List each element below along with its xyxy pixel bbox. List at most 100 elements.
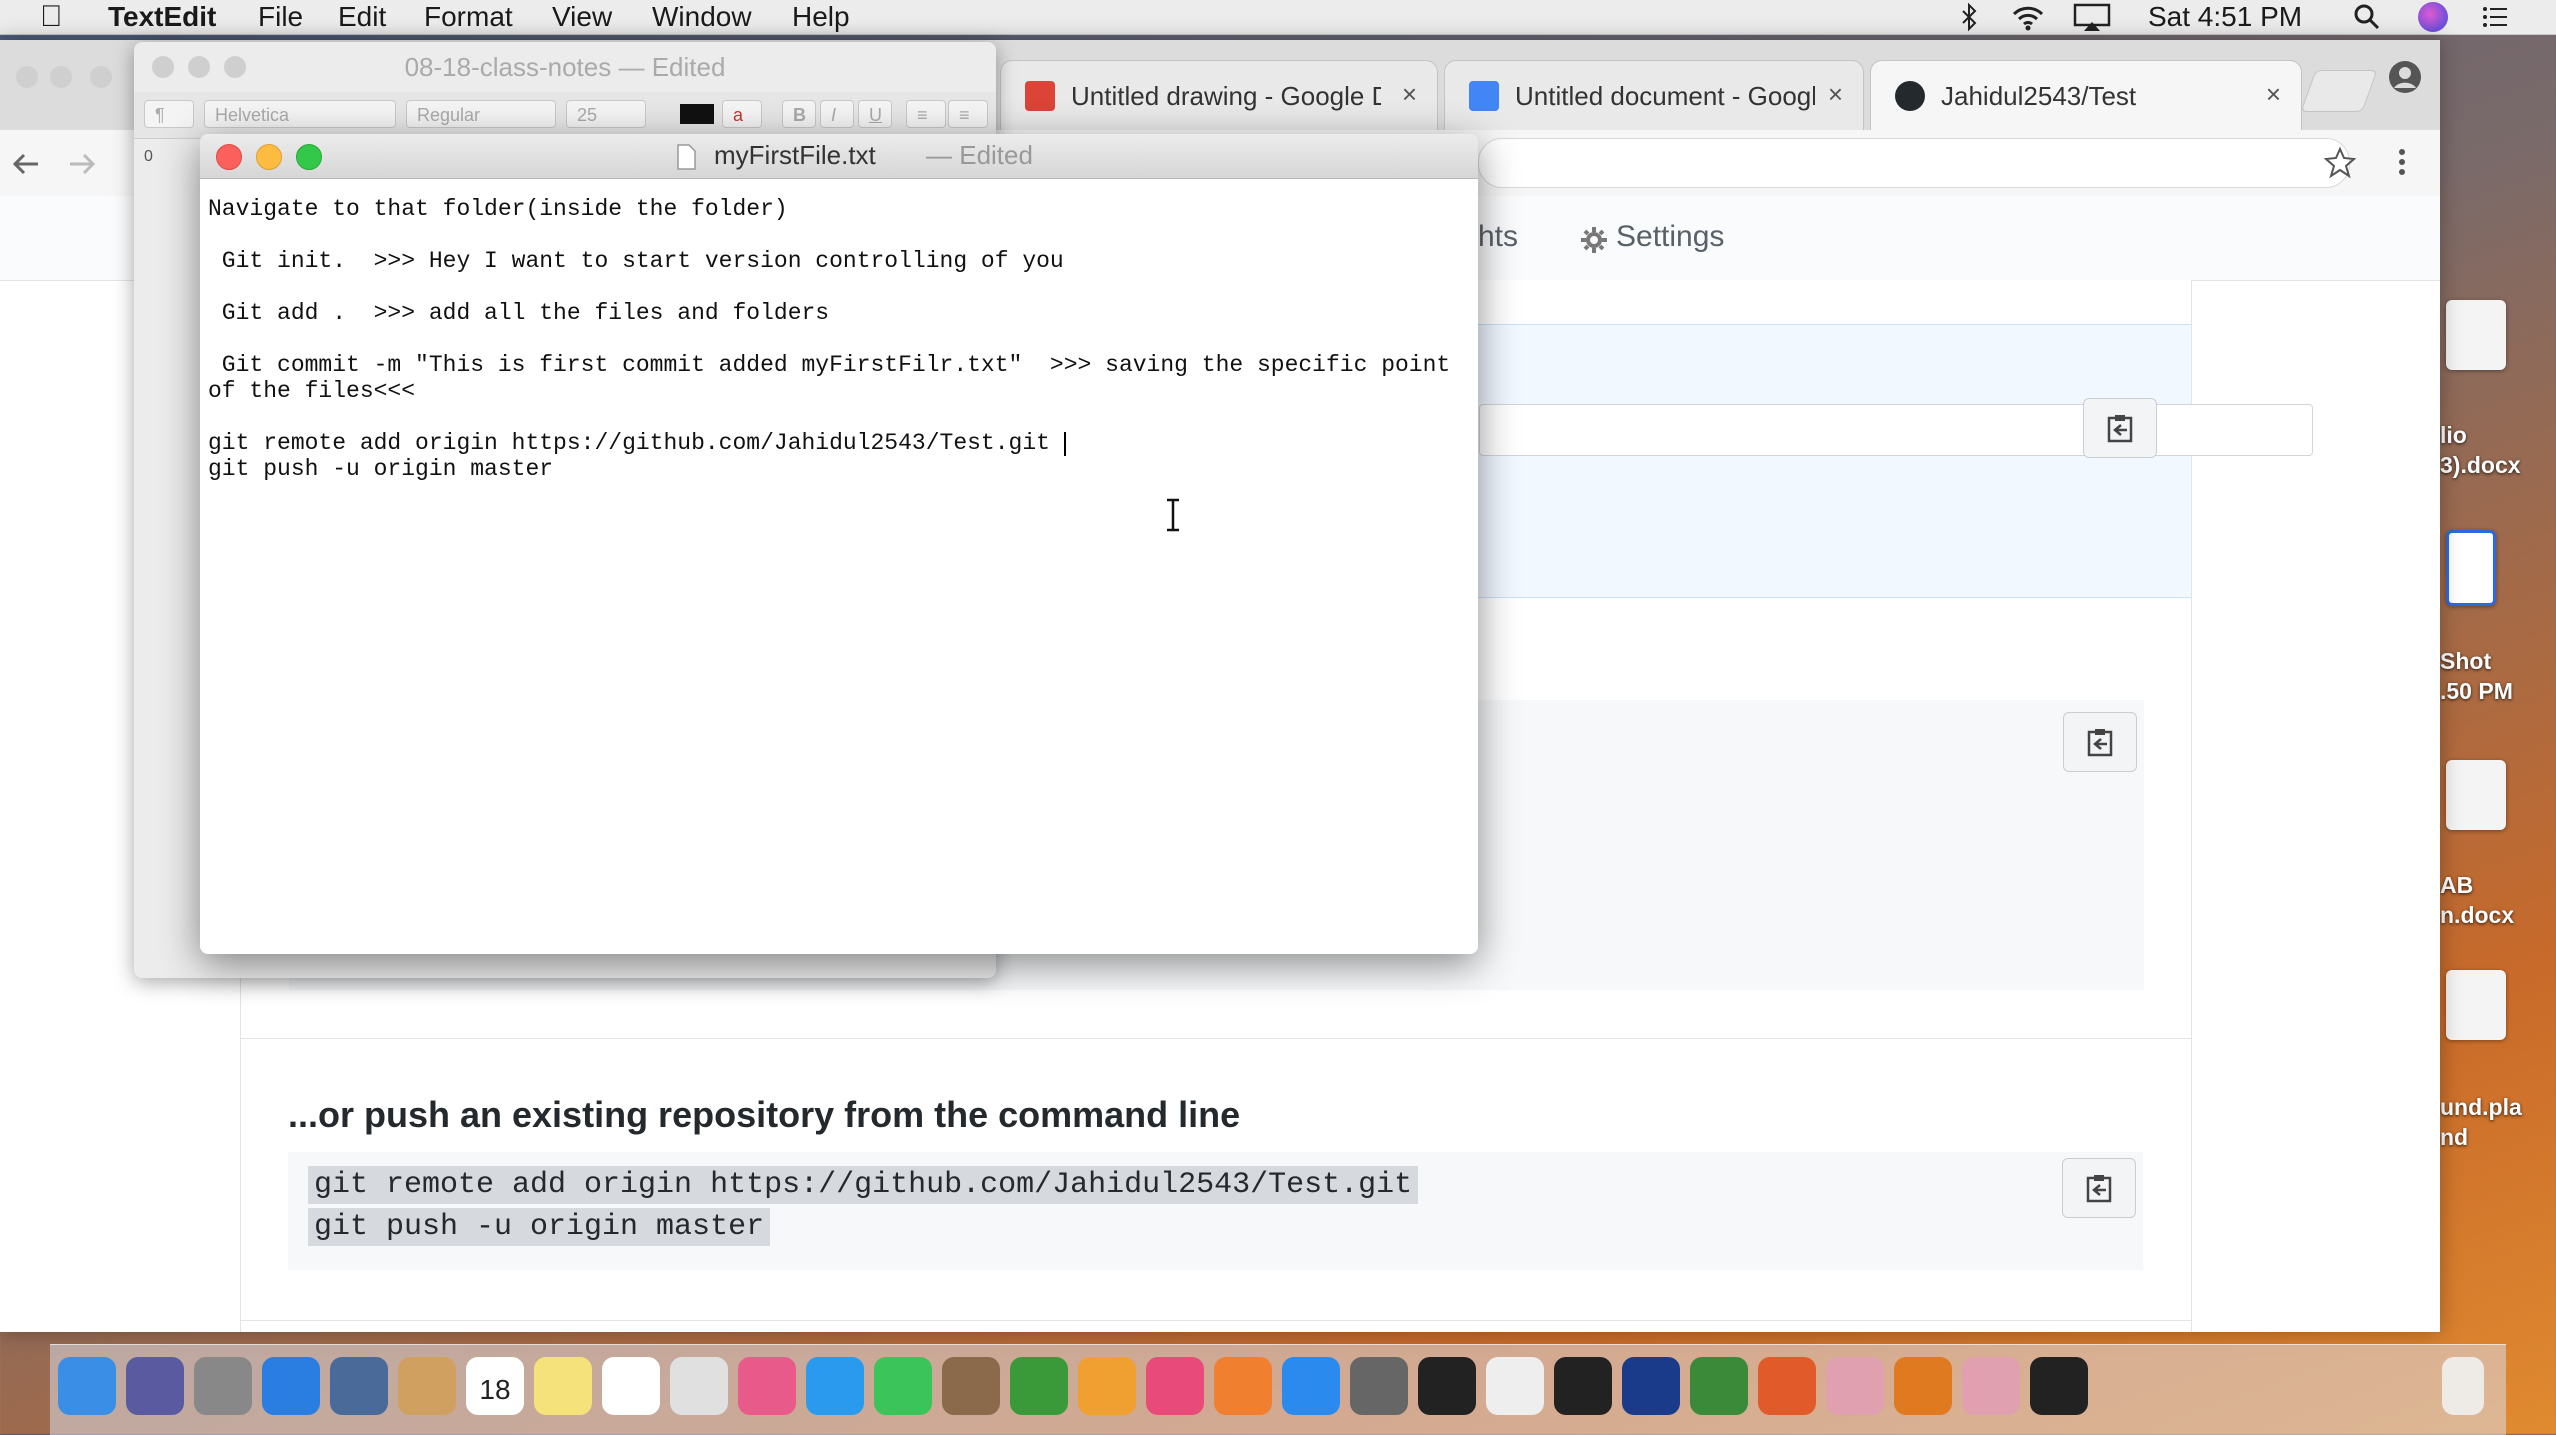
app-store-dock-icon[interactable] — [1282, 1357, 1340, 1415]
intellij-dock-icon[interactable] — [1962, 1357, 2020, 1415]
numbers-dock-icon[interactable] — [1010, 1357, 1068, 1415]
tab-google-drawing[interactable]: Untitled drawing - Google Dr × — [1000, 60, 1438, 131]
launchpad-dock-icon[interactable] — [194, 1357, 252, 1415]
sourcetree-dock-icon[interactable] — [1758, 1357, 1816, 1415]
chrome-dock-icon[interactable] — [1690, 1357, 1748, 1415]
close-window-button[interactable] — [16, 66, 38, 88]
google-drawings-icon — [1025, 81, 1055, 111]
desktop-file-label[interactable]: AB n.docx — [2440, 870, 2556, 930]
menu-view[interactable]: View — [552, 0, 612, 34]
desktop-file-label[interactable]: und.pla nd — [2440, 1092, 2556, 1152]
nav-settings-tab[interactable]: Settings — [1616, 220, 1724, 254]
copy-url-button[interactable] — [2083, 398, 2157, 458]
profile-icon[interactable] — [2388, 60, 2422, 94]
italic-button[interactable]: I — [820, 100, 854, 128]
itunes-dock-icon[interactable] — [1146, 1357, 1204, 1415]
paragraph-style-menu[interactable]: ¶ — [144, 100, 194, 128]
minimize-window-button[interactable] — [50, 66, 72, 88]
wifi-icon[interactable] — [2010, 2, 2046, 32]
forward-arrow-icon[interactable] — [66, 148, 98, 180]
close-window-button[interactable] — [216, 144, 242, 170]
menu-window[interactable]: Window — [652, 0, 752, 34]
close-tab-icon[interactable]: × — [1402, 79, 1417, 110]
bluetooth-icon[interactable] — [1954, 2, 1984, 32]
siri-icon[interactable] — [2418, 2, 2448, 32]
document-file-icon[interactable] — [2446, 970, 2506, 1040]
keynote-dock-icon[interactable] — [1078, 1357, 1136, 1415]
notes-dock-icon[interactable] — [534, 1357, 592, 1415]
document-file-icon[interactable] — [2446, 760, 2506, 830]
siri-dock-icon[interactable] — [126, 1357, 184, 1415]
zoom-window-button[interactable] — [296, 144, 322, 170]
contacts-dock-icon[interactable] — [398, 1357, 456, 1415]
calendar-dock-icon[interactable]: 18 — [466, 1357, 524, 1415]
format-toolbar: ¶ Helvetica Regular 25 a B I U ≡ ≡ — [134, 92, 996, 139]
notification-center-icon[interactable] — [2480, 2, 2510, 32]
window-title-bar: myFirstFile.txt — Edited — [200, 134, 1478, 179]
tab-github-repo[interactable]: Jahidul2543/Test × — [1870, 60, 2302, 131]
ibooks-dock-icon[interactable] — [1214, 1357, 1272, 1415]
pages-dock-icon[interactable] — [942, 1357, 1000, 1415]
airplay-icon[interactable] — [2072, 2, 2112, 32]
copy-push-commands-button[interactable] — [2062, 1158, 2136, 1218]
file-dock-icon[interactable] — [2030, 1357, 2088, 1415]
zoom-window-button[interactable] — [90, 66, 112, 88]
photos-dock-icon[interactable] — [738, 1357, 796, 1415]
sublime-text-dock-icon[interactable] — [1826, 1357, 1884, 1415]
clone-url-input[interactable] — [1479, 404, 2313, 456]
facetime-dock-icon[interactable] — [874, 1357, 932, 1415]
menu-clock[interactable]: Sat 4:51 PM — [2148, 0, 2302, 34]
font-style-select[interactable]: Regular — [406, 100, 556, 128]
dock: 18 — [50, 1344, 2506, 1435]
underline-button[interactable]: U — [858, 100, 892, 128]
mail-stamp-dock-icon[interactable] — [330, 1357, 388, 1415]
font-size-select[interactable]: 25 — [566, 100, 646, 128]
bold-button[interactable]: B — [782, 100, 816, 128]
menu-file[interactable]: File — [258, 0, 303, 34]
menu-format[interactable]: Format — [424, 0, 513, 34]
code-line[interactable]: git push -u origin master — [308, 1208, 771, 1246]
font-family-select[interactable]: Helvetica — [204, 100, 396, 128]
edited-status[interactable]: — Edited — [926, 140, 1033, 171]
tab-label: Untitled document - Google — [1515, 81, 1815, 111]
reminders-dock-icon[interactable] — [602, 1357, 660, 1415]
text-color-swatch[interactable] — [680, 104, 714, 124]
bookmark-star-icon[interactable] — [2324, 146, 2356, 178]
desktop-file-label[interactable]: Shot .50 PM — [2440, 646, 2556, 706]
nav-insights-tab[interactable]: hts — [1478, 220, 1518, 254]
word-file-icon[interactable] — [2446, 530, 2496, 606]
spotlight-search-icon[interactable] — [2352, 2, 2382, 32]
align-left-button[interactable]: ≡ — [906, 100, 946, 128]
code-line[interactable]: git remote add origin https://github.com… — [308, 1166, 1419, 1204]
finder-dock-icon[interactable] — [58, 1357, 116, 1415]
safari-dock-icon[interactable] — [262, 1357, 320, 1415]
sublime-dock-icon[interactable] — [1894, 1357, 1952, 1415]
maps-dock-icon[interactable] — [670, 1357, 728, 1415]
messages-dock-icon[interactable] — [806, 1357, 864, 1415]
bitbucket-dock-icon[interactable] — [1622, 1357, 1680, 1415]
textedit-window-myfirstfile[interactable]: myFirstFile.txt — Edited Navigate to tha… — [200, 134, 1478, 954]
close-tab-icon[interactable]: × — [1828, 79, 1843, 110]
back-arrow-icon[interactable] — [10, 148, 42, 180]
terminal-dock-icon[interactable] — [1418, 1357, 1476, 1415]
desktop-file-label[interactable]: lio 3).docx — [2440, 420, 2556, 480]
close-tab-icon[interactable]: × — [2266, 79, 2281, 110]
menu-edit[interactable]: Edit — [338, 0, 386, 34]
highlight-color-button[interactable]: a — [722, 100, 762, 128]
minimize-window-button[interactable] — [256, 144, 282, 170]
textedit-dock-icon[interactable] — [1486, 1357, 1544, 1415]
system-preferences-dock-icon[interactable] — [1350, 1357, 1408, 1415]
apple-menu-icon[interactable]:  — [40, 0, 63, 34]
address-bar[interactable] — [1478, 138, 2350, 188]
align-center-button[interactable]: ≡ — [948, 100, 988, 128]
eclipse-dock-icon[interactable] — [1554, 1357, 1612, 1415]
menu-help[interactable]: Help — [792, 0, 850, 34]
new-tab-button[interactable] — [2300, 70, 2378, 112]
gear-icon — [1581, 227, 1607, 253]
menu-app-name[interactable]: TextEdit — [108, 0, 216, 34]
tab-google-document[interactable]: Untitled document - Google × — [1444, 60, 1864, 131]
chrome-menu-icon[interactable] — [2394, 146, 2410, 178]
trash-dock-icon[interactable] — [2442, 1357, 2484, 1415]
copy-commands-button[interactable] — [2063, 712, 2137, 772]
document-file-icon[interactable] — [2446, 300, 2506, 370]
